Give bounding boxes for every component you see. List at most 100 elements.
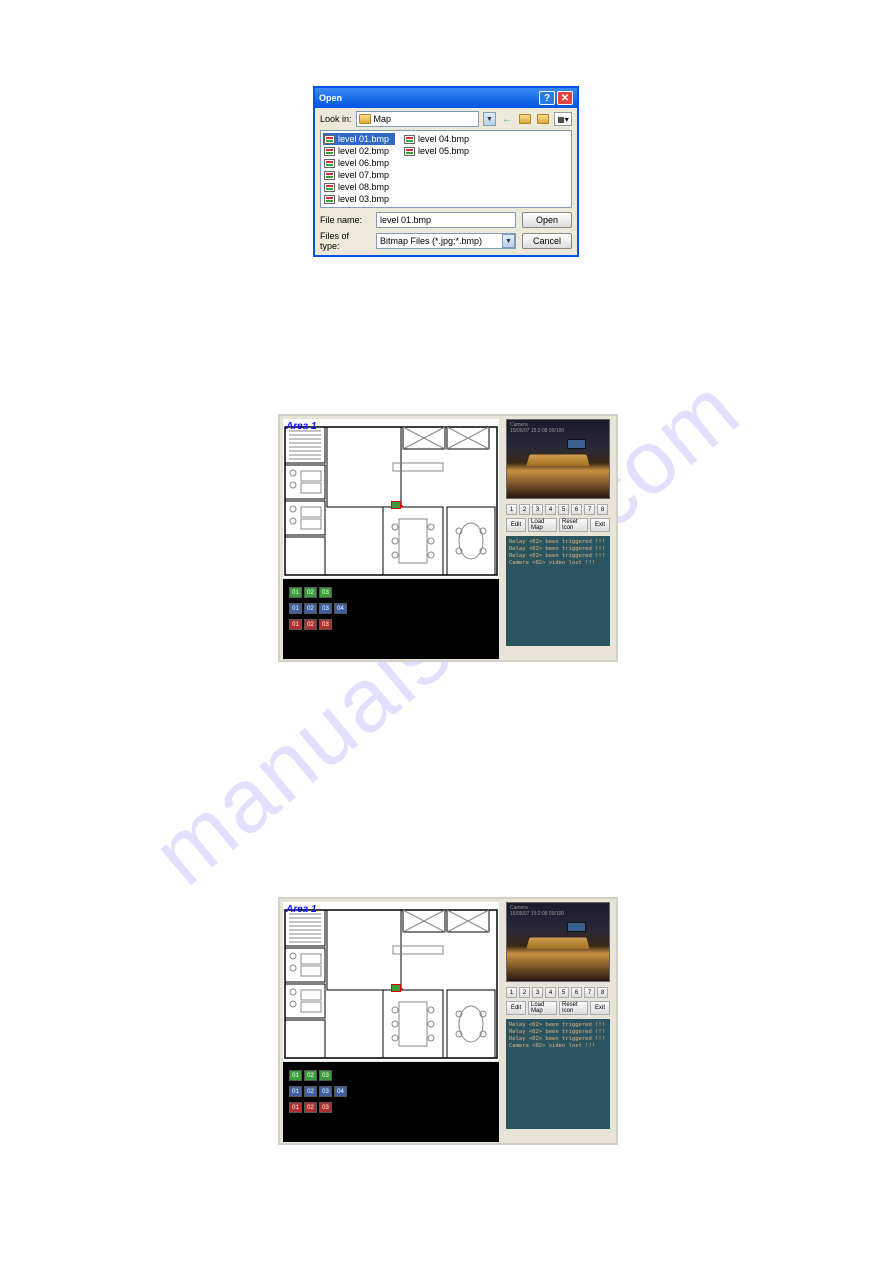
bmp-file-icon <box>324 159 335 168</box>
camera-number-button[interactable]: 5 <box>558 504 569 515</box>
camera-number-button[interactable]: 8 <box>597 504 608 515</box>
floorplan-drawing <box>283 419 499 578</box>
relay-chip[interactable]: 04 <box>334 603 347 614</box>
filetype-label: Files of type: <box>320 231 370 251</box>
camera-number-button[interactable]: 1 <box>506 504 517 515</box>
relay-chip[interactable]: 04 <box>334 1086 347 1097</box>
file-name: level 07.bmp <box>338 170 389 180</box>
log-line: Camera <02> video lost !!! <box>509 1043 607 1050</box>
relay-chip[interactable]: 02 <box>304 603 317 614</box>
camera-number-button[interactable]: 2 <box>519 504 530 515</box>
right-panel: Camera 15/05/07 15:2:08 09/100 12345678 … <box>503 902 613 1129</box>
sensor-chip[interactable]: 02 <box>304 1070 317 1081</box>
alarm-chip[interactable]: 02 <box>304 1102 317 1113</box>
edit-button[interactable]: Edit <box>506 518 526 532</box>
new-folder-icon[interactable] <box>536 112 550 126</box>
reset-icon-button[interactable]: Reset Icon <box>559 1001 588 1015</box>
camera-number-button[interactable]: 7 <box>584 987 595 998</box>
view-menu-icon[interactable]: ▦▾ <box>554 112 572 126</box>
lookin-dropdown[interactable]: Map <box>356 111 479 127</box>
up-one-level-icon[interactable] <box>518 112 532 126</box>
alarm-chip[interactable]: 01 <box>289 619 302 630</box>
log-line: Relay <02> been triggered !!! <box>509 1029 607 1036</box>
camera-marker-icon[interactable] <box>391 501 401 509</box>
relay-chip[interactable]: 03 <box>319 603 332 614</box>
sensor-chip[interactable]: 03 <box>319 1070 332 1081</box>
bmp-file-icon <box>404 135 415 144</box>
relay-chip[interactable]: 01 <box>289 603 302 614</box>
alarm-chip[interactable]: 03 <box>319 1102 332 1113</box>
edit-button[interactable]: Edit <box>506 1001 526 1015</box>
camera-preview[interactable]: Camera 15/05/07 15:2:08 09/100 <box>506 902 610 982</box>
relay-chip[interactable]: 02 <box>304 1086 317 1097</box>
camera-number-button[interactable]: 4 <box>545 504 556 515</box>
file-item[interactable]: level 06.bmp <box>323 157 395 169</box>
dropdown-arrow-icon[interactable]: ▼ <box>502 234 515 248</box>
file-name: level 08.bmp <box>338 182 389 192</box>
camera-number-button[interactable]: 4 <box>545 987 556 998</box>
alarm-chip[interactable]: 02 <box>304 619 317 630</box>
log-line: Camera <02> video lost !!! <box>509 560 607 567</box>
file-item[interactable]: level 03.bmp <box>323 193 395 205</box>
area-label: Area 1 <box>286 421 317 432</box>
close-button[interactable]: ✕ <box>557 91 573 105</box>
dialog-toolbar: Look in: Map ▼ ← ▦▾ <box>315 108 577 130</box>
back-icon[interactable]: ← <box>500 112 514 126</box>
sensor-chip[interactable]: 01 <box>289 1070 302 1081</box>
folder-icon <box>359 114 371 124</box>
file-name: level 06.bmp <box>338 158 389 168</box>
exit-button[interactable]: Exit <box>590 518 610 532</box>
cancel-button[interactable]: Cancel <box>522 233 572 249</box>
relay-chip[interactable]: 03 <box>319 1086 332 1097</box>
camera-marker-icon[interactable] <box>391 984 401 992</box>
camera-number-button[interactable]: 8 <box>597 987 608 998</box>
bmp-file-icon <box>324 147 335 156</box>
camera-preview[interactable]: Camera 15/05/07 15:2:08 09/100 <box>506 419 610 499</box>
camera-number-button[interactable]: 3 <box>532 987 543 998</box>
camera-number-button[interactable]: 1 <box>506 987 517 998</box>
camera-number-button[interactable]: 6 <box>571 504 582 515</box>
alarm-chip[interactable]: 03 <box>319 619 332 630</box>
camera-number-button[interactable]: 6 <box>571 987 582 998</box>
load-map-button[interactable]: Load Map <box>528 518 557 532</box>
area-label: Area 1 <box>286 904 317 915</box>
file-item[interactable]: level 07.bmp <box>323 169 395 181</box>
filename-input[interactable]: level 01.bmp <box>376 212 516 228</box>
alarm-chip[interactable]: 01 <box>289 1102 302 1113</box>
sensor-chip[interactable]: 03 <box>319 587 332 598</box>
camera-number-button[interactable]: 3 <box>532 504 543 515</box>
floorplan-drawing <box>283 902 499 1061</box>
filetype-value: Bitmap Files (*.jpg;*.bmp) <box>380 236 502 246</box>
sensor-chip[interactable]: 02 <box>304 587 317 598</box>
file-item[interactable]: level 05.bmp <box>403 145 475 157</box>
file-name: level 05.bmp <box>418 146 469 156</box>
open-button[interactable]: Open <box>522 212 572 228</box>
camera-number-row: 12345678 <box>506 504 610 515</box>
help-button[interactable]: ? <box>539 91 555 105</box>
file-list[interactable]: level 01.bmplevel 02.bmplevel 06.bmp leve… <box>320 130 572 208</box>
camera-number-button[interactable]: 5 <box>558 987 569 998</box>
exit-button[interactable]: Exit <box>590 1001 610 1015</box>
reset-icon-button[interactable]: Reset Icon <box>559 518 588 532</box>
control-row: Edit Load Map Reset Icon Exit <box>506 1001 610 1015</box>
camera-number-button[interactable]: 7 <box>584 504 595 515</box>
file-item[interactable]: level 08.bmp <box>323 181 395 193</box>
file-item[interactable]: level 01.bmp <box>323 133 395 145</box>
file-item[interactable]: level 04.bmp <box>403 133 475 145</box>
bmp-file-icon <box>324 135 335 144</box>
load-map-button[interactable]: Load Map <box>528 1001 557 1015</box>
dropdown-arrow-icon[interactable]: ▼ <box>483 112 496 126</box>
relay-chip[interactable]: 01 <box>289 1086 302 1097</box>
icon-tray: 01020301020304010203 <box>283 579 499 659</box>
emap-window: Area 1 01020301020304010203 <box>278 414 618 662</box>
sensor-chip[interactable]: 01 <box>289 587 302 598</box>
filetype-dropdown[interactable]: Bitmap Files (*.jpg;*.bmp) ▼ <box>376 233 516 249</box>
map-canvas[interactable]: Area 1 <box>283 902 499 1061</box>
file-name: level 01.bmp <box>338 134 389 144</box>
file-item[interactable]: level 02.bmp <box>323 145 395 157</box>
bmp-file-icon <box>324 183 335 192</box>
map-canvas[interactable]: Area 1 <box>283 419 499 578</box>
bmp-file-icon <box>404 147 415 156</box>
camera-number-button[interactable]: 2 <box>519 987 530 998</box>
log-line: Relay <02> been triggered !!! <box>509 1022 607 1029</box>
